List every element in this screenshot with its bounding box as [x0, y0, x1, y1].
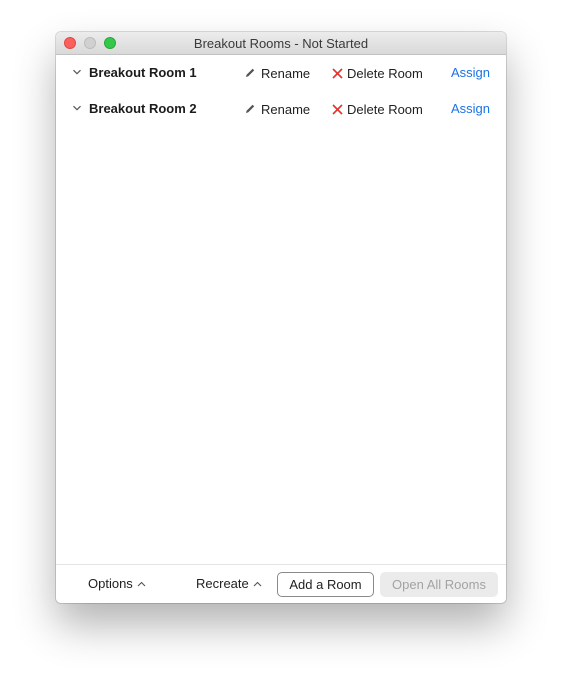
- rename-label: Rename: [261, 101, 311, 117]
- delete-room-label: Delete Room: [347, 101, 423, 117]
- options-label: Options: [88, 576, 133, 591]
- recreate-button[interactable]: Recreate: [196, 576, 262, 591]
- caret-up-icon: [137, 581, 146, 586]
- window-title: Breakout Rooms - Not Started: [193, 36, 369, 51]
- room-row-1: Breakout Room 1 Rename Delete Room Assig…: [56, 60, 506, 86]
- pencil-icon: [246, 68, 255, 77]
- x-icon: [332, 103, 343, 115]
- recreate-label: Recreate: [196, 576, 249, 591]
- open-all-rooms-button[interactable]: Open All Rooms: [380, 572, 498, 597]
- title-bar[interactable]: Breakout Rooms - Not Started: [56, 32, 506, 55]
- delete-room-label: Delete Room: [347, 65, 423, 81]
- rename-button[interactable]: Rename: [244, 99, 310, 119]
- chevron-down-icon[interactable]: [72, 103, 82, 113]
- chevron-down-icon[interactable]: [72, 67, 82, 77]
- room-row-2: Breakout Room 2 Rename Delete Room Assig…: [56, 96, 506, 122]
- assign-link[interactable]: Assign: [451, 101, 490, 116]
- rename-label: Rename: [261, 65, 311, 81]
- x-icon: [332, 67, 343, 79]
- delete-room-button[interactable]: Delete Room: [332, 99, 423, 119]
- caret-up-icon: [253, 581, 262, 586]
- footer-bar: Options Recreate Add a Room Open All Roo…: [56, 564, 506, 603]
- add-room-button[interactable]: Add a Room: [277, 572, 374, 597]
- pencil-icon: [246, 104, 255, 113]
- options-button[interactable]: Options: [88, 576, 146, 591]
- assign-link[interactable]: Assign: [451, 65, 490, 80]
- delete-room-button[interactable]: Delete Room: [332, 63, 423, 83]
- room-name: Breakout Room 2: [89, 101, 197, 116]
- room-name: Breakout Room 1: [89, 65, 197, 80]
- breakout-rooms-window: Breakout Rooms - Not Started Breakout Ro…: [56, 32, 506, 603]
- rename-button[interactable]: Rename: [244, 63, 310, 83]
